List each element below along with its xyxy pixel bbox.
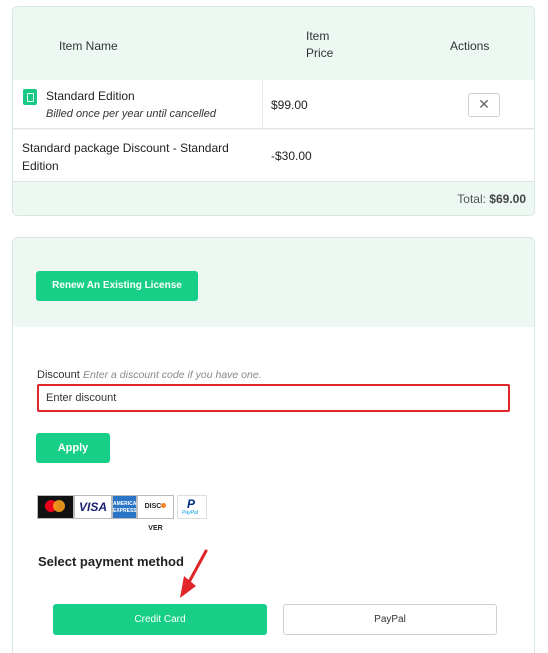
discount-label: Discount (37, 369, 80, 381)
visa-logo: VISA (74, 495, 112, 519)
paypal-logo: P PayPal (177, 495, 207, 519)
discount-item-price: -$30.00 (271, 149, 312, 163)
remove-item-button[interactable]: ✕ (468, 93, 500, 117)
discount-hint: Enter a discount code if you have one. (83, 369, 262, 381)
product-icon (23, 89, 37, 105)
cart-total: Total: $69.00 (457, 192, 526, 206)
credit-card-button[interactable]: Credit Card (53, 604, 267, 635)
close-icon: ✕ (478, 96, 490, 112)
cart-table: Item Name Item Price Actions Standard Ed… (12, 6, 535, 216)
total-value: $69.00 (489, 192, 526, 206)
amex-logo: AMERICAN EXPRESS (112, 495, 140, 519)
product-price: $99.00 (271, 98, 308, 112)
table-row: Standard package Discount - Standard Edi… (13, 130, 534, 182)
header-actions: Actions (450, 39, 490, 53)
red-arrow-annotation (180, 549, 208, 598)
paypal-button[interactable]: PayPal (283, 604, 497, 635)
column-divider (262, 80, 263, 128)
discount-item-name: Standard package Discount - Standard Edi… (22, 141, 229, 173)
discover-logo: DISCVER (137, 495, 174, 532)
header-item-name: Item Name (59, 39, 118, 53)
table-row: Standard Edition Billed once per year un… (13, 80, 534, 129)
payment-panel: Renew An Existing License Discount Enter… (12, 237, 535, 653)
discount-input[interactable] (37, 384, 510, 412)
total-label: Total: (457, 192, 486, 206)
product-billing-note: Billed once per year until cancelled (46, 108, 216, 120)
payment-method-title: Select payment method (38, 554, 184, 569)
renew-section: Renew An Existing License (13, 238, 534, 327)
header-item-price: Item Price (306, 29, 334, 60)
mastercard-logo (37, 495, 74, 519)
apply-discount-button[interactable]: Apply (36, 433, 110, 463)
cart-header: Item Name Item Price Actions (13, 7, 534, 80)
renew-license-button[interactable]: Renew An Existing License (36, 271, 198, 301)
product-name: Standard Edition (46, 89, 135, 103)
